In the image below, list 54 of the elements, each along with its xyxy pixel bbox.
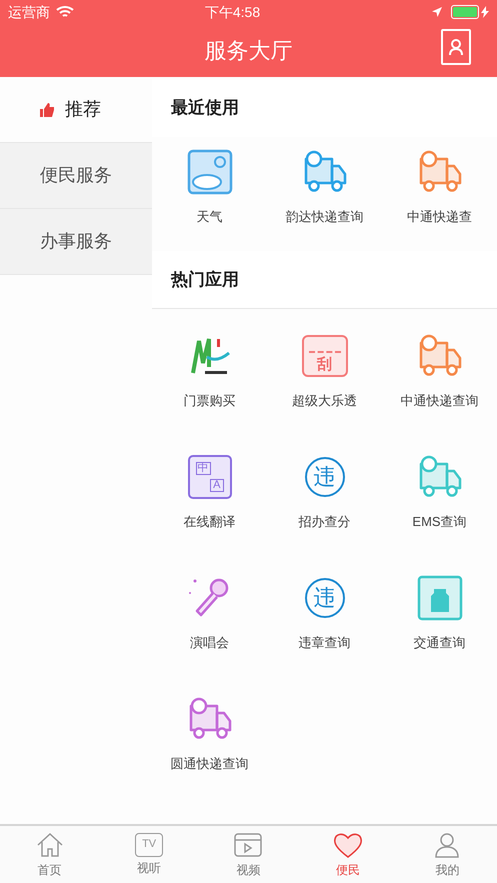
- tab-bar-item[interactable]: 便民: [298, 826, 398, 883]
- app-shortcut[interactable]: 违 招办查分: [267, 454, 382, 575]
- section-title: 最近使用: [171, 97, 239, 120]
- app-label: 门票购买: [184, 392, 236, 410]
- traffic-sign-icon: [416, 575, 462, 621]
- app-shortcut[interactable]: 刮 超级大乐透: [267, 333, 382, 454]
- heart-icon: [332, 830, 363, 858]
- violation-badge-icon: 违: [304, 578, 344, 618]
- translate-icon: 中 A: [188, 455, 232, 499]
- sidebar-item[interactable]: 便民服务: [0, 143, 152, 209]
- video-icon: [233, 830, 264, 858]
- sidebar-item[interactable]: 办事服务: [0, 209, 152, 275]
- app-label: 超级大乐透: [292, 392, 357, 410]
- battery-icon: [451, 5, 479, 19]
- contacts-book-button[interactable]: [441, 29, 471, 65]
- app-shortcut[interactable]: 演唱会: [152, 575, 267, 696]
- app-label: EMS查询: [412, 513, 467, 531]
- app-shortcut[interactable]: 韵达快递查询: [267, 149, 382, 229]
- tab-bar-item[interactable]: 首页: [0, 826, 100, 883]
- app-label: 天气: [196, 208, 222, 226]
- thumbs-up-icon: [39, 102, 55, 118]
- contacts-book-icon: [448, 38, 464, 56]
- page-title: 服务大厅: [204, 37, 292, 65]
- app-label: 中通快递查: [407, 208, 472, 226]
- app-shortcut[interactable]: 违 违章查询: [267, 575, 382, 696]
- tv-icon: TV: [135, 832, 164, 856]
- app-shortcut[interactable]: 圆通快递查询: [152, 696, 267, 817]
- app-shortcut[interactable]: 中通快递查询: [382, 333, 497, 454]
- app-label: 招办查分: [298, 513, 350, 531]
- charging-bolt-icon: [481, 6, 489, 18]
- location-arrow-icon: [431, 6, 443, 18]
- app-label: 交通查询: [414, 634, 466, 652]
- section-title: 热门应用: [171, 268, 239, 291]
- tab-bar-item[interactable]: 视频: [198, 826, 298, 883]
- app-label: 圆通快递查询: [170, 755, 248, 773]
- app-shortcut[interactable]: 门票购买: [152, 333, 267, 454]
- tab-bar-item[interactable]: 我的: [398, 826, 497, 883]
- app-shortcut[interactable]: EMS查询: [382, 454, 497, 575]
- wifi-icon: [56, 5, 74, 19]
- carrier-text: 运营商: [8, 2, 50, 22]
- app-label: 韵达快递查询: [286, 208, 364, 226]
- tab-bar-item[interactable]: TV 视听: [99, 826, 199, 883]
- app-shortcut[interactable]: 天气: [152, 149, 267, 229]
- app-shortcut[interactable]: 交通查询: [382, 575, 497, 696]
- lottery-ticket-icon: 刮: [302, 335, 348, 377]
- violation-badge-icon: 违: [304, 457, 344, 497]
- app-label: 违章查询: [298, 634, 350, 652]
- clock-text: 下午4:58: [204, 2, 260, 22]
- app-label: 在线翻译: [184, 513, 236, 531]
- app-shortcut[interactable]: 中 A 在线翻译: [152, 454, 267, 575]
- app-label: 中通快递查询: [400, 392, 478, 410]
- home-icon: [34, 830, 65, 858]
- app-label: 演唱会: [190, 634, 229, 652]
- app-shortcut[interactable]: 中通快递查: [382, 149, 497, 229]
